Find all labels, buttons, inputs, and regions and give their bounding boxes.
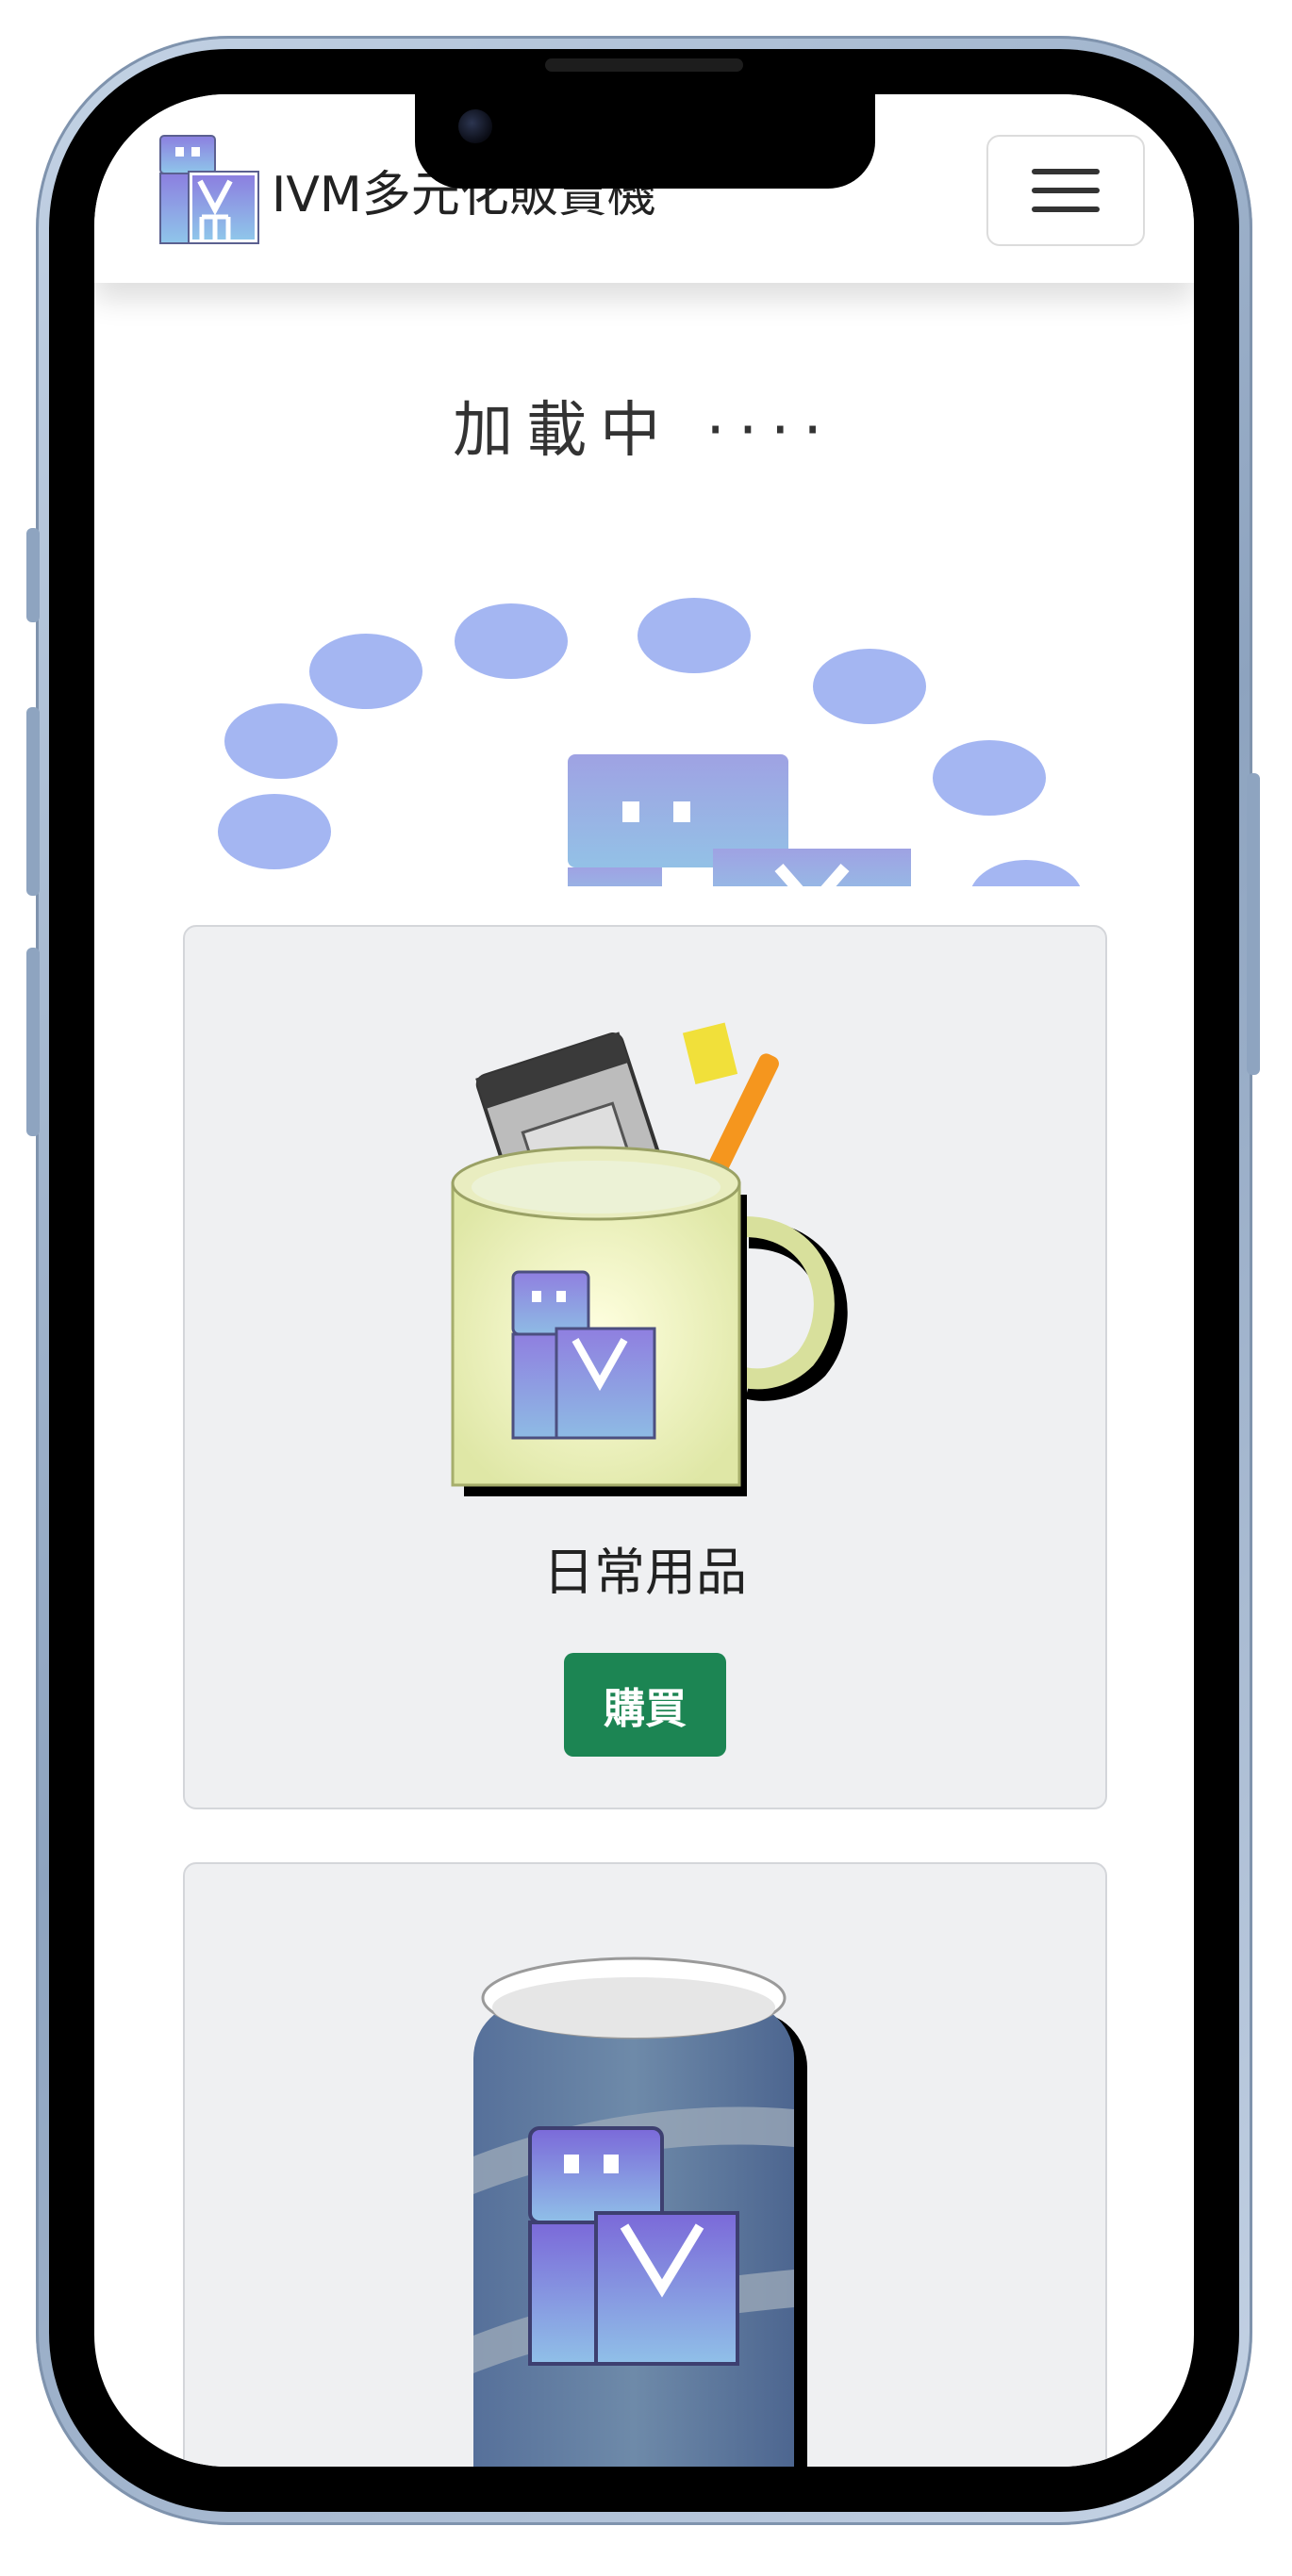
volume-up-button bbox=[26, 707, 40, 896]
phone-screen: IVM多元化販賣機 加載中 ···· 日常用品 購買 bbox=[94, 94, 1194, 2467]
ivm-mug-icon bbox=[451, 1022, 848, 1496]
product-card bbox=[183, 1862, 1107, 2467]
product-card: 日常用品 購買 bbox=[183, 925, 1107, 1809]
phone-notch bbox=[415, 94, 875, 189]
power-button bbox=[1247, 773, 1260, 1075]
ivm-can-icon bbox=[473, 1957, 807, 2467]
menu-toggle-button[interactable] bbox=[986, 135, 1145, 246]
buy-button[interactable]: 購買 bbox=[564, 1653, 726, 1757]
mute-switch bbox=[26, 528, 40, 622]
speaker-grille bbox=[545, 58, 743, 72]
loading-spinner-icon bbox=[218, 598, 1081, 886]
loading-text: 加載中 ···· bbox=[453, 396, 836, 466]
volume-down-button bbox=[26, 948, 40, 1136]
ivm-logo-icon bbox=[159, 135, 259, 244]
product-title: 日常用品 bbox=[543, 1543, 747, 1602]
front-camera-icon bbox=[458, 109, 492, 143]
hamburger-menu-icon bbox=[1032, 169, 1100, 174]
